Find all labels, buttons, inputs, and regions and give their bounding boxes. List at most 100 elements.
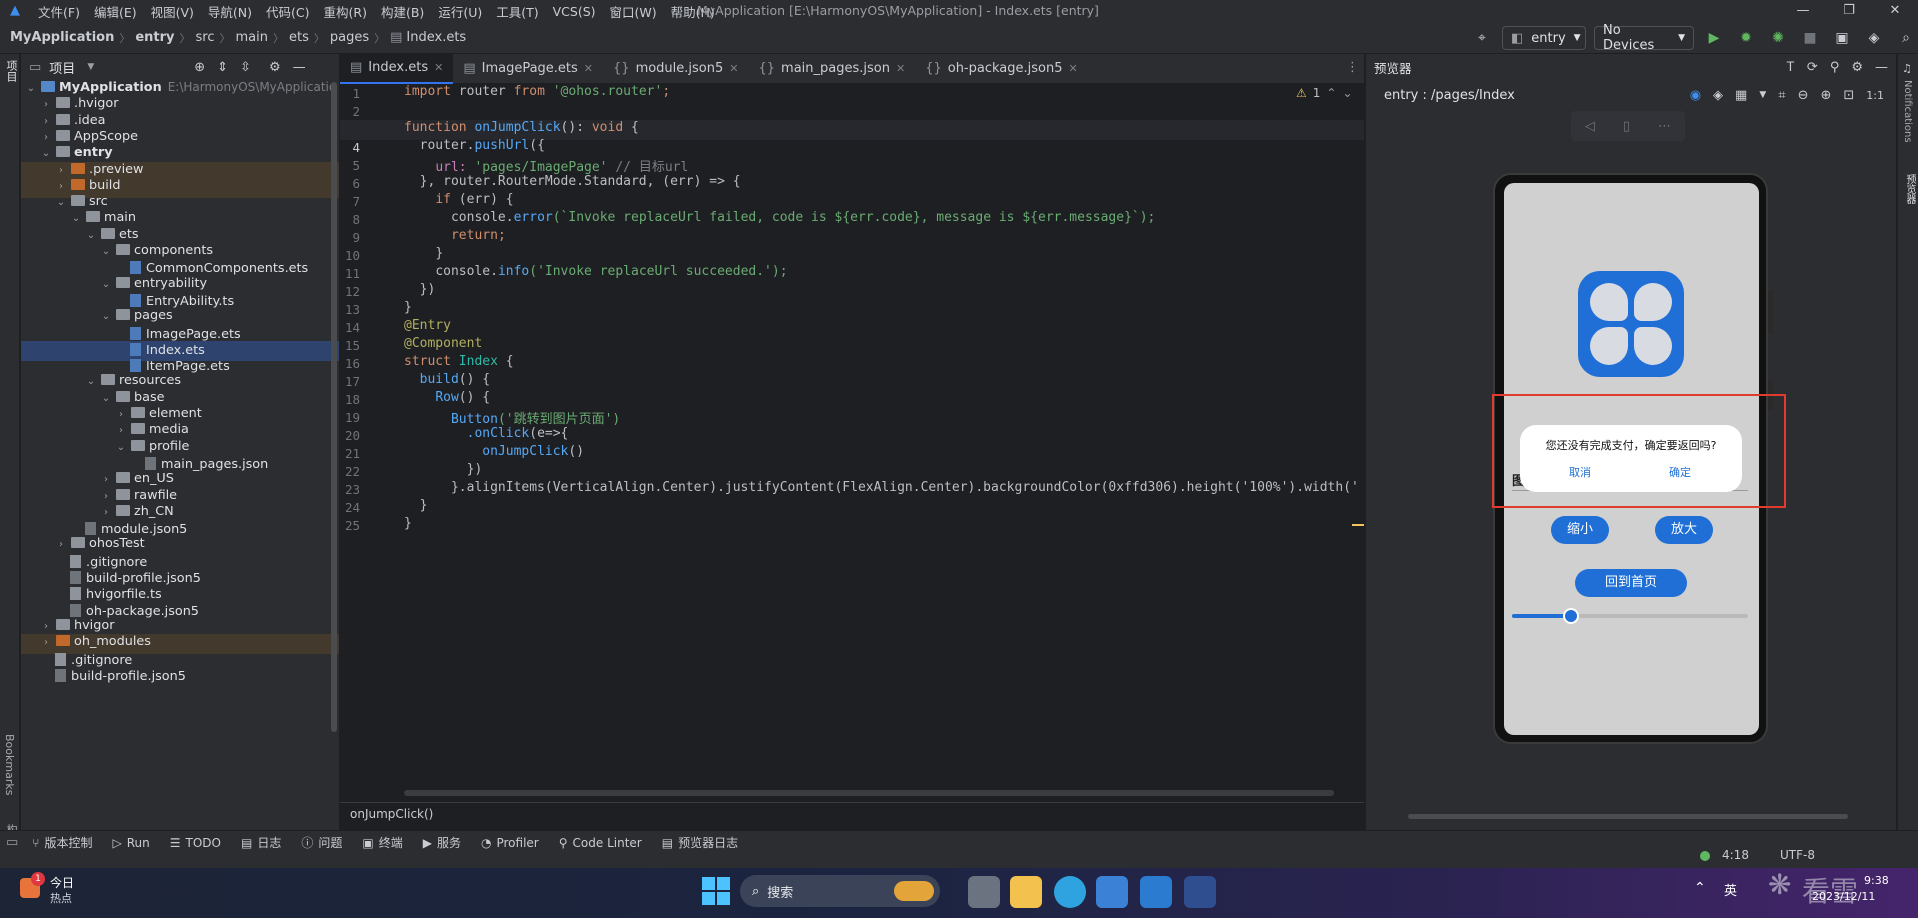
gear-icon[interactable]: ⚙	[269, 60, 281, 75]
store-icon[interactable]	[1096, 876, 1128, 908]
menu-vcs[interactable]: VCS(S)	[553, 4, 596, 19]
chevron-down-icon[interactable]: ⌄	[70, 213, 82, 224]
chevron-down-icon[interactable]: ⌄	[40, 148, 52, 159]
tab-index-ets[interactable]: ▤ Index.ets ✕	[340, 53, 454, 84]
gear-icon[interactable]: ⚙	[1851, 60, 1863, 75]
horizontal-scrollbar[interactable]	[404, 790, 1334, 796]
search-icon[interactable]: ⌕	[1894, 26, 1918, 50]
vscode-icon[interactable]	[1140, 876, 1172, 908]
sdk-icon[interactable]: ◈	[1862, 26, 1886, 50]
zoom-out-icon[interactable]: ⊖	[1798, 88, 1809, 103]
close-icon[interactable]: ✕	[434, 61, 443, 74]
chevron-right-icon[interactable]: ›	[40, 637, 52, 648]
tab-main-pages-json[interactable]: {} main_pages.json ✕	[748, 54, 915, 84]
chevron-down-icon[interactable]: ⌄	[100, 393, 112, 404]
chevron-down-icon[interactable]: ▼	[1759, 90, 1766, 100]
chevron-right-icon[interactable]: ›	[40, 99, 52, 110]
eye-icon[interactable]: ◉	[1690, 88, 1701, 103]
horizontal-scrollbar[interactable]	[1408, 814, 1848, 819]
file-explorer-icon[interactable]	[1010, 876, 1042, 908]
deveco-studio-icon[interactable]	[1184, 876, 1216, 908]
chevron-up-icon[interactable]: ⌃	[1694, 880, 1706, 896]
breadcrumb-ets[interactable]: ets	[289, 30, 309, 45]
fit-icon[interactable]: ⊡	[1843, 88, 1854, 103]
device-select[interactable]: No Devices ▼	[1594, 23, 1694, 53]
target-icon[interactable]: ⌖	[1470, 26, 1494, 50]
notifications-tool-button[interactable]: Notifications	[1902, 80, 1913, 143]
chevron-down-icon[interactable]: ⌄	[55, 197, 67, 208]
stop-icon[interactable]: ■	[1798, 26, 1822, 50]
font-icon[interactable]: Ꭲ	[1787, 60, 1795, 75]
chevron-right-icon[interactable]: ›	[100, 474, 112, 485]
menu-tools[interactable]: 工具(T)	[496, 2, 538, 21]
close-icon[interactable]: ✕	[1872, 0, 1918, 22]
expand-all-icon[interactable]: ⇕	[217, 60, 228, 75]
project-panel-title[interactable]: 项目	[49, 58, 75, 77]
chevron-right-icon[interactable]: ›	[115, 409, 127, 420]
tool-terminal[interactable]: ▣ 终端	[362, 834, 402, 851]
tool-preview-log[interactable]: ▤ 预览器日志	[662, 834, 738, 851]
zoom-out-button[interactable]: 缩小	[1551, 516, 1609, 544]
file-encoding[interactable]: UTF-8	[1780, 848, 1815, 862]
actual-size-icon[interactable]: 1:1	[1866, 89, 1884, 102]
close-icon[interactable]: ✕	[584, 62, 593, 75]
close-icon[interactable]: ✕	[1068, 62, 1077, 75]
breadcrumb-file[interactable]: Index.ets	[406, 30, 466, 45]
more-icon[interactable]: ⋯	[1658, 119, 1671, 134]
tool-log[interactable]: ▤ 日志	[241, 834, 281, 851]
chevron-down-icon[interactable]: ⌄	[100, 279, 112, 290]
layers-icon[interactable]: ◈	[1713, 88, 1723, 103]
chevron-down-icon[interactable]: ⌄	[115, 442, 127, 453]
menu-build[interactable]: 构建(B)	[381, 2, 424, 21]
tool-vcs[interactable]: ⑂ 版本控制	[32, 834, 92, 851]
tab-imagepage-ets[interactable]: ▤ ImagePage.ets ✕	[453, 54, 603, 84]
device-manager-icon[interactable]: ▣	[1830, 26, 1854, 50]
breadcrumb-src[interactable]: src	[196, 30, 215, 45]
error-stripe-marker[interactable]	[1352, 524, 1364, 526]
back-icon[interactable]: ◁	[1585, 119, 1595, 134]
menu-run[interactable]: 运行(U)	[438, 2, 482, 21]
project-tool-button[interactable]: 项目	[3, 60, 19, 82]
tool-profiler[interactable]: ◔ Profiler	[481, 836, 539, 850]
profile-icon[interactable]: ✺	[1766, 26, 1790, 50]
locate-icon[interactable]: ⊕	[194, 60, 205, 75]
home-button[interactable]: 回到首页	[1575, 569, 1687, 597]
module-select[interactable]: ◧ entry ▼	[1502, 26, 1586, 50]
menu-edit[interactable]: 编辑(E)	[94, 2, 137, 21]
close-icon[interactable]: ✕	[896, 62, 905, 75]
inspection-widget[interactable]: ⚠ 1 ⌃ ⌄	[1296, 86, 1353, 100]
taskbar-search[interactable]: ⌕ 搜索	[740, 875, 940, 907]
chevron-down-icon[interactable]: ⌄	[100, 246, 112, 257]
restore-icon[interactable]: ❐	[1826, 0, 1872, 22]
hide-icon[interactable]: —	[293, 60, 306, 75]
chevron-right-icon[interactable]: ›	[55, 539, 67, 550]
menu-window[interactable]: 窗口(W)	[610, 2, 657, 21]
breadcrumb-project[interactable]: MyApplication	[10, 30, 114, 45]
grid-icon[interactable]: ▦	[1735, 88, 1747, 103]
chevron-down-icon[interactable]: ⌄	[1342, 86, 1352, 100]
menu-view[interactable]: 视图(V)	[151, 2, 194, 21]
collapse-all-icon[interactable]: ⇳	[240, 60, 251, 75]
chevron-down-icon[interactable]: ▼	[87, 62, 94, 72]
chevron-right-icon[interactable]: ›	[115, 425, 127, 436]
panel-toggle-icon[interactable]: ▭	[6, 835, 18, 850]
tab-oh-package-json5[interactable]: {} oh-package.json5 ✕	[915, 54, 1088, 84]
slider-thumb[interactable]	[1563, 608, 1579, 624]
tool-code-linter[interactable]: ⚲ Code Linter	[559, 836, 642, 850]
chevron-right-icon[interactable]: ›	[40, 621, 52, 632]
chevron-right-icon[interactable]: ›	[55, 181, 67, 192]
edge-icon[interactable]	[1054, 876, 1086, 908]
task-view-icon[interactable]	[968, 876, 1000, 908]
menu-code[interactable]: 代码(C)	[266, 2, 309, 21]
breadcrumb-entry[interactable]: entry	[135, 30, 174, 45]
scrollbar[interactable]	[331, 82, 337, 732]
caret-position[interactable]: 4:18	[1722, 848, 1749, 862]
breadcrumb-pages[interactable]: pages	[330, 30, 369, 45]
zoom-in-icon[interactable]: ⊕	[1820, 88, 1831, 103]
news-title[interactable]: 今日	[50, 874, 74, 891]
bookmarks-tool-button[interactable]: Bookmarks	[3, 734, 16, 795]
crop-icon[interactable]: ⌗	[1778, 88, 1785, 103]
chevron-right-icon[interactable]: ›	[100, 491, 112, 502]
rotate-icon[interactable]: ▯	[1623, 119, 1630, 134]
menu-file[interactable]: 文件(F)	[38, 2, 80, 21]
